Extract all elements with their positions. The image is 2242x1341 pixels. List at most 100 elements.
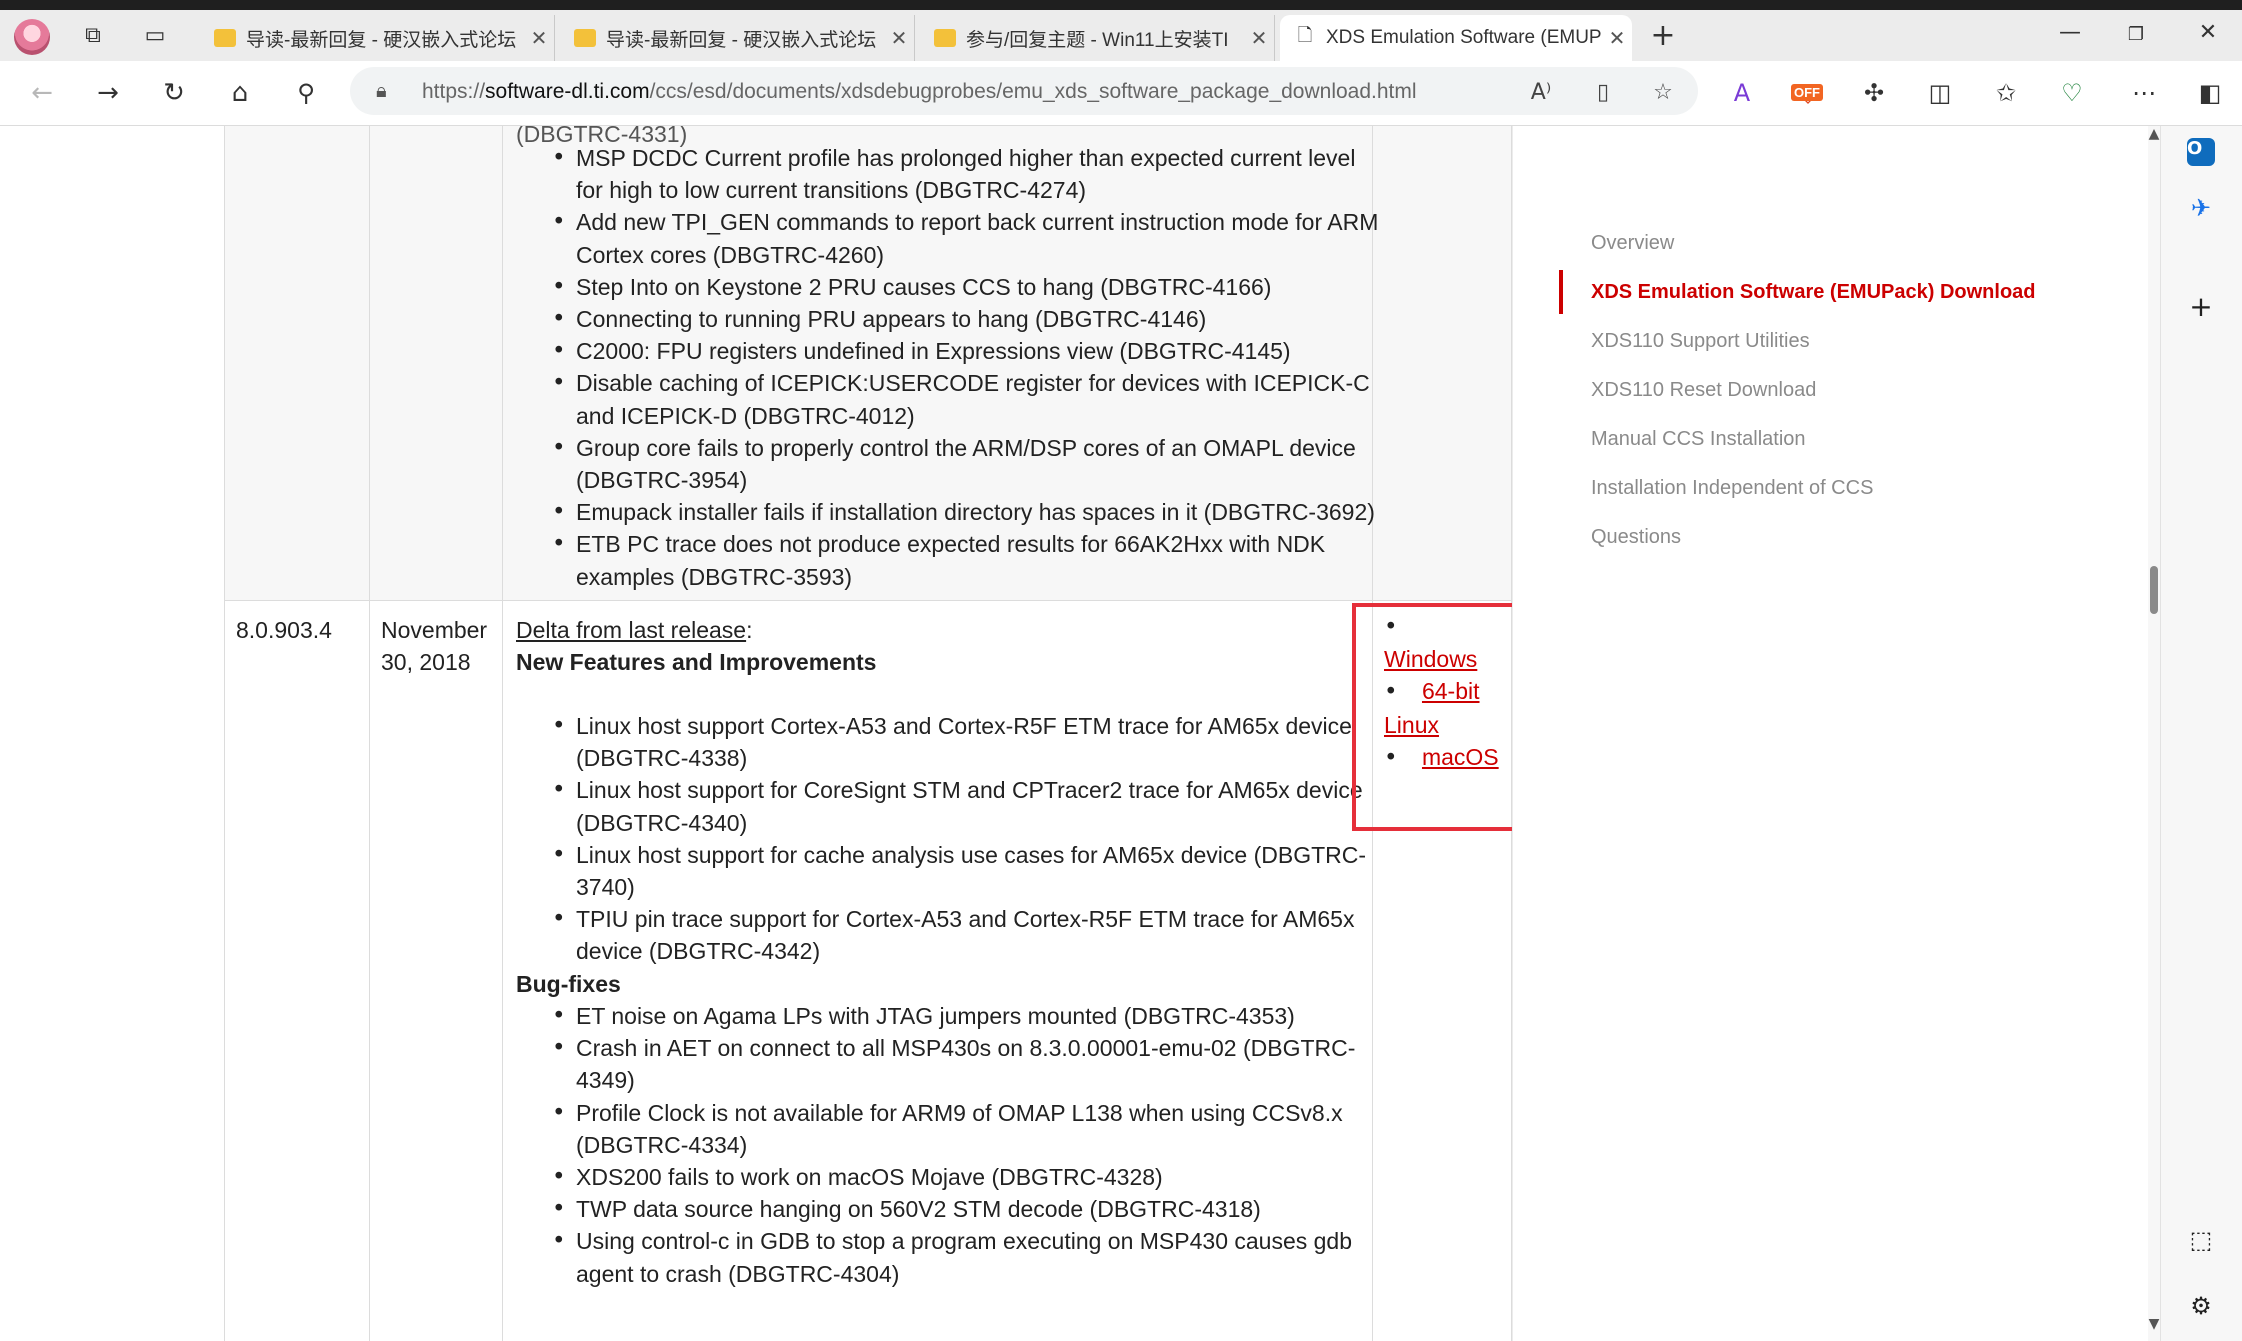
vertical-tabs-icon[interactable]: ▭ — [136, 16, 174, 54]
features-heading: New Features and Improvements — [516, 649, 877, 675]
toc-item-manual-install[interactable]: Manual CCS Installation — [1591, 428, 1806, 451]
list-item: C2000: FPU registers undefined in Expres… — [516, 335, 1386, 367]
close-tab-icon[interactable]: ✕ — [884, 26, 914, 50]
list-item-cont: device (DBGTRC-4342) — [576, 938, 821, 965]
forward-icon[interactable]: → — [88, 73, 128, 113]
tab-forum-1[interactable]: 导读-最新回复 - 硬汉嵌入式论坛 ✕ — [200, 15, 555, 61]
tab-forum-3[interactable]: 参与/回复主题 - Win11上安装TI ✕ — [920, 15, 1275, 61]
list-item: Group core fails to properly control the… — [516, 432, 1386, 464]
refresh-icon[interactable]: ↻ — [154, 73, 194, 113]
off-badge: OFF — [1791, 84, 1823, 101]
toc-item-overview[interactable]: Overview — [1591, 232, 1674, 255]
home-icon[interactable]: ⌂ — [220, 73, 260, 113]
list-item: TWP data source hanging on 560V2 STM dec… — [516, 1193, 1386, 1225]
list-item: Using control-c in GDB to stop a program… — [516, 1225, 1386, 1257]
tab-xds-emulation[interactable]: 🗋 XDS Emulation Software (EMUPa ✕ — [1280, 15, 1632, 61]
list-item: MSP DCDC Current profile has prolonged h… — [516, 142, 1386, 174]
delta-link[interactable]: Delta from last release — [516, 617, 746, 643]
toc-item-xds110-utilities[interactable]: XDS110 Support Utilities — [1591, 330, 1810, 353]
list-item-cont: Cortex cores (DBGTRC-4260) — [576, 241, 885, 268]
table-border — [502, 126, 503, 1341]
list-item-cont: (DBGTRC-4340) — [576, 809, 748, 836]
bugfix-heading: Bug-fixes — [516, 971, 621, 997]
toc-item-emupack-download[interactable]: XDS Emulation Software (EMUPack) Downloa… — [1591, 281, 2036, 304]
address-bar[interactable]: 🔒︎ https://software-dl.ti.com/ccs/esd/do… — [350, 67, 1698, 115]
favorite-star-icon[interactable]: ☆ — [1646, 75, 1680, 109]
list-item: Linux host support for cache analysis us… — [516, 839, 1386, 871]
sidebar-toggle-icon[interactable]: ◧ — [2190, 73, 2230, 113]
list-item-cont: examples (DBGTRC-3593) — [576, 563, 853, 590]
list-item: Linux host support for CoreSignt STM and… — [516, 774, 1386, 806]
row-divider — [224, 600, 1512, 601]
list-item: Emupack installer fails if installation … — [516, 496, 1386, 528]
close-tab-icon[interactable]: ✕ — [1602, 26, 1632, 50]
release-date-line1: November — [381, 617, 488, 643]
list-item: XDS200 fails to work on macOS Mojave (DB… — [516, 1161, 1386, 1193]
window-close-icon[interactable]: ✕ — [2178, 20, 2238, 50]
list-item: TPIU pin trace support for Cortex-A53 an… — [516, 903, 1386, 935]
new-tab-button[interactable]: + — [1644, 16, 1682, 54]
outlook-app-icon[interactable]: O — [2181, 132, 2221, 172]
tab-forum-2[interactable]: 导读-最新回复 - 硬汉嵌入式论坛 ✕ — [560, 15, 915, 61]
list-item-cont: (DBGTRC-3954) — [576, 467, 748, 494]
toc-active-marker — [1559, 270, 1563, 314]
add-app-icon[interactable]: + — [2181, 286, 2221, 326]
lock-icon[interactable]: 🔒︎ — [376, 78, 387, 102]
table-border — [224, 126, 225, 1341]
features-list: Linux host support Cortex-A53 and Cortex… — [516, 710, 1386, 968]
sidebar-settings-gear-icon[interactable]: ⚙ — [2181, 1286, 2221, 1326]
tab-title: 导读-最新回复 - 硬汉嵌入式论坛 — [246, 29, 517, 51]
list-item-cont: for high to low current transitions (DBG… — [576, 177, 1087, 204]
release-notes-table: (DBGTRC-4331) MSP DCDC Current profile h… — [224, 126, 1512, 1341]
list-item: Disable caching of ICEPICK:USERCODE regi… — [516, 367, 1386, 399]
folder-favicon-icon — [934, 29, 956, 47]
edge-sidebar: O ✈ + ⬚ ⚙ — [2160, 126, 2242, 1341]
list-item: Crash in AET on connect to all MSP430s o… — [516, 1032, 1386, 1064]
toc-item-questions[interactable]: Questions — [1591, 526, 1681, 549]
delta-line: Delta from last release: — [516, 617, 753, 643]
release-date-line2: 30, 2018 — [381, 649, 471, 675]
close-tab-icon[interactable]: ✕ — [524, 26, 554, 50]
restore-icon[interactable]: ❐ — [2106, 24, 2166, 54]
back-icon[interactable]: ← — [22, 73, 62, 113]
more-menu-icon[interactable]: ⋯ — [2124, 73, 2164, 113]
scroll-down-icon[interactable]: ▼ — [2148, 1316, 2160, 1332]
screenshot-icon[interactable]: ⬚ — [2181, 1220, 2221, 1260]
scroll-up-icon[interactable]: ▲ — [2148, 126, 2160, 142]
folder-favicon-icon — [574, 29, 596, 47]
navigation-toolbar: ← → ↻ ⌂ ⚲ 🔒︎ https://software-dl.ti.com/… — [0, 61, 2242, 126]
favorites-icon[interactable]: ✩ — [1986, 73, 2026, 113]
list-item: ET noise on Agama LPs with JTAG jumpers … — [516, 1000, 1386, 1032]
tab-title: 参与/回复主题 - Win11上安装TI — [966, 29, 1229, 51]
extensions-puzzle-icon[interactable]: ✣ — [1854, 73, 1894, 113]
web-page: (DBGTRC-4331) MSP DCDC Current profile h… — [0, 126, 2160, 1341]
translate-extension-icon[interactable]: A — [1722, 73, 1762, 113]
scroll-thumb[interactable] — [2150, 566, 2158, 614]
search-icon[interactable]: ⚲ — [286, 73, 326, 113]
immersive-reader-icon[interactable]: ▯ — [1586, 75, 1620, 109]
list-item: Profile Clock is not available for ARM9 … — [516, 1097, 1386, 1129]
minimize-icon[interactable]: — — [2040, 20, 2100, 50]
telegram-app-icon[interactable]: ✈ — [2181, 188, 2221, 228]
list-item-cont: (DBGTRC-4334) — [576, 1131, 748, 1158]
list-item: Linux host support Cortex-A53 and Cortex… — [516, 710, 1386, 742]
toc-item-independent-install[interactable]: Installation Independent of CCS — [1591, 477, 1873, 500]
list-item-cont: 3740) — [576, 874, 635, 901]
folder-favicon-icon — [214, 29, 236, 47]
window-top-strip — [0, 0, 2242, 10]
list-item: ETB PC trace does not produce expected r… — [516, 528, 1386, 560]
workspaces-icon[interactable]: ⧉ — [74, 16, 112, 54]
list-item-cont: agent to crash (DBGTRC-4304) — [576, 1260, 900, 1287]
bugfix-list: ET noise on Agama LPs with JTAG jumpers … — [516, 1000, 1386, 1290]
browser-essentials-icon[interactable]: ♡ — [2052, 73, 2092, 113]
url-text[interactable]: https://software-dl.ti.com/ccs/esd/docum… — [422, 80, 1417, 104]
list-item: Connecting to running PRU appears to han… — [516, 303, 1386, 335]
close-tab-icon[interactable]: ✕ — [1244, 26, 1274, 50]
tab-bar: ⧉ ▭ 导读-最新回复 - 硬汉嵌入式论坛 ✕ 导读-最新回复 - 硬汉嵌入式论… — [0, 10, 2242, 61]
read-aloud-icon[interactable]: A⁾ — [1524, 75, 1558, 109]
page-scrollbar[interactable]: ▲ ▼ — [2148, 126, 2160, 1341]
split-screen-icon[interactable]: ◫ — [1920, 73, 1960, 113]
toc-item-xds110-reset[interactable]: XDS110 Reset Download — [1591, 379, 1816, 402]
profile-avatar[interactable] — [14, 19, 50, 55]
tab-title: 导读-最新回复 - 硬汉嵌入式论坛 — [606, 29, 877, 51]
